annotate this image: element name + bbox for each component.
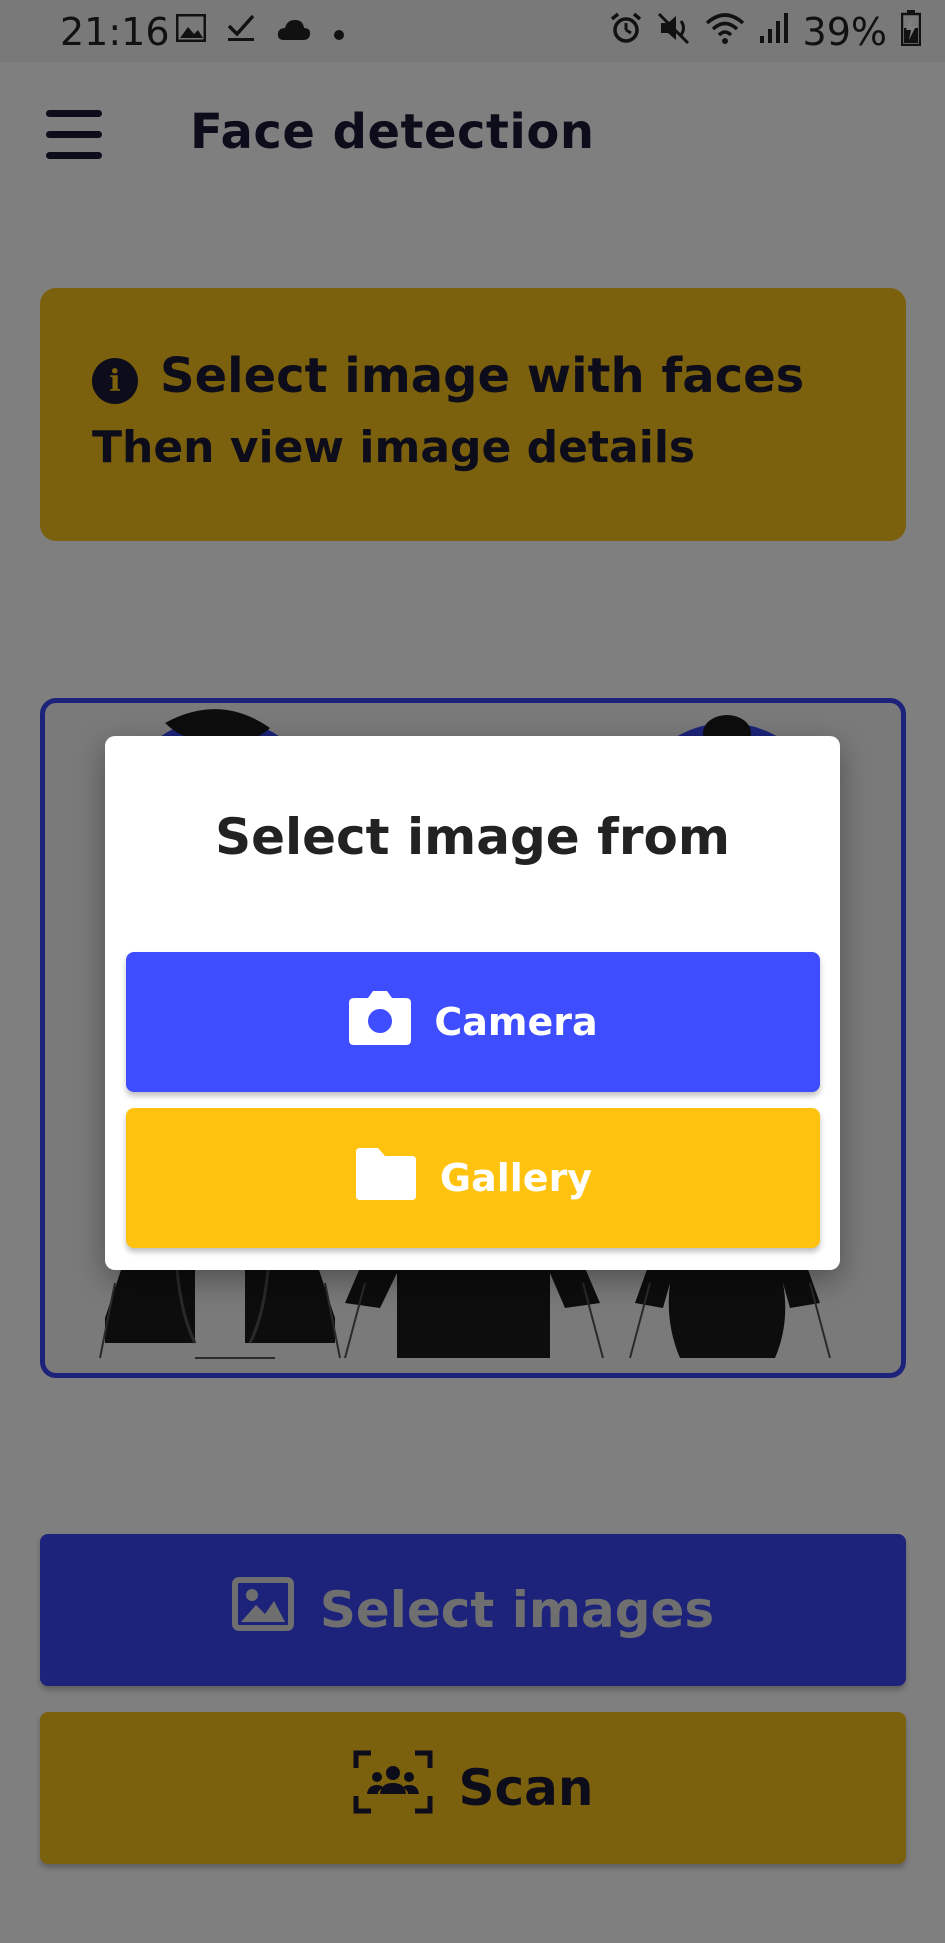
dialog-title: Select image from [215, 808, 730, 866]
select-source-dialog: Select image from Camera Gallery [105, 736, 840, 1270]
camera-label: Camera [434, 1000, 598, 1044]
gallery-button[interactable]: Gallery [126, 1108, 820, 1248]
gallery-label: Gallery [439, 1156, 593, 1200]
camera-button[interactable]: Camera [126, 952, 820, 1092]
camera-icon [348, 990, 412, 1055]
folder-icon [354, 1146, 418, 1211]
